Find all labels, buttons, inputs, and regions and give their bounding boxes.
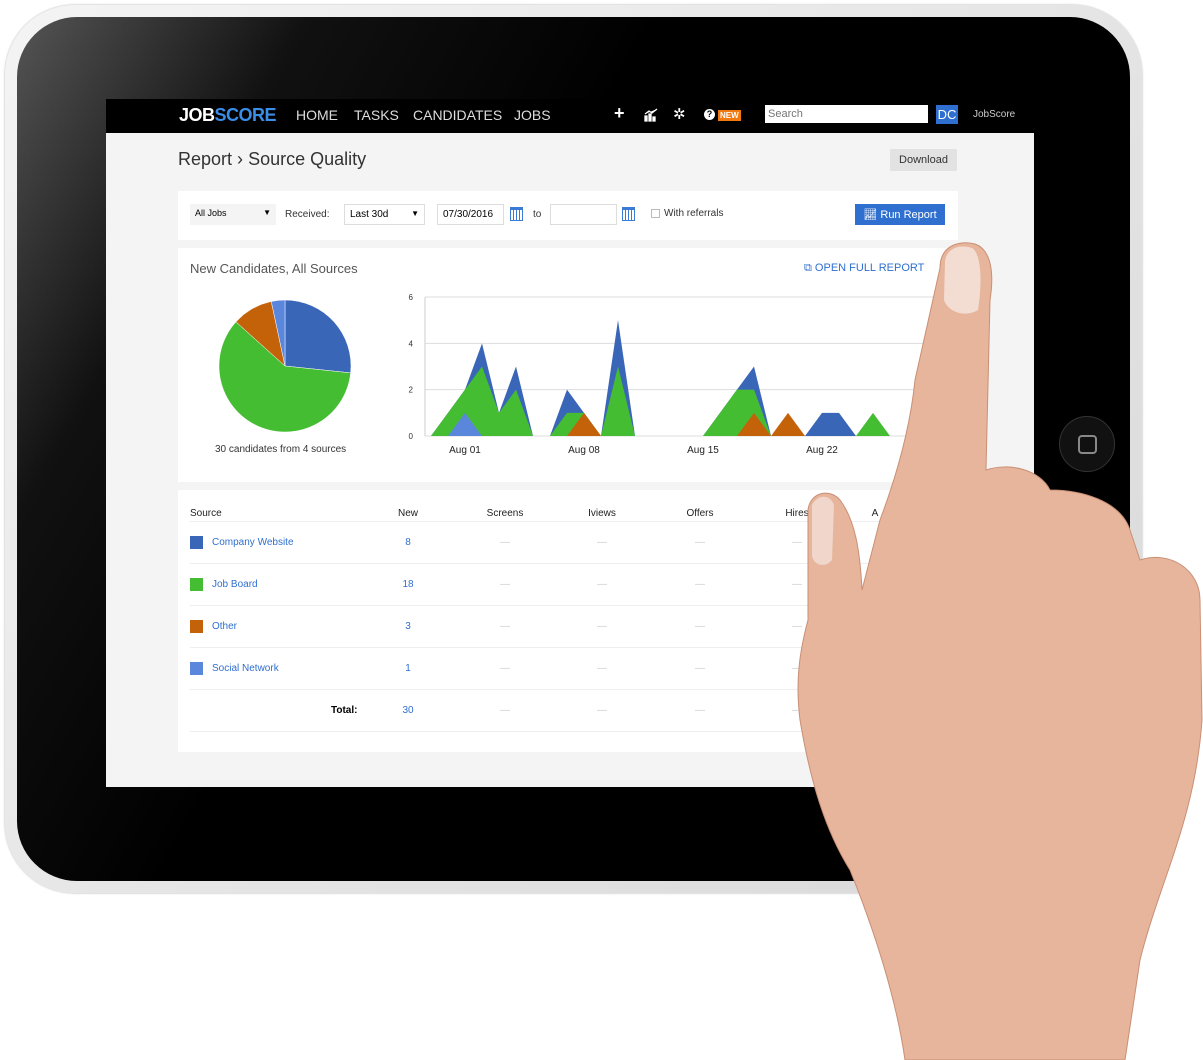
- fingernail: [812, 496, 834, 565]
- fingernail: [944, 246, 981, 314]
- hand-image: [797, 242, 1203, 1060]
